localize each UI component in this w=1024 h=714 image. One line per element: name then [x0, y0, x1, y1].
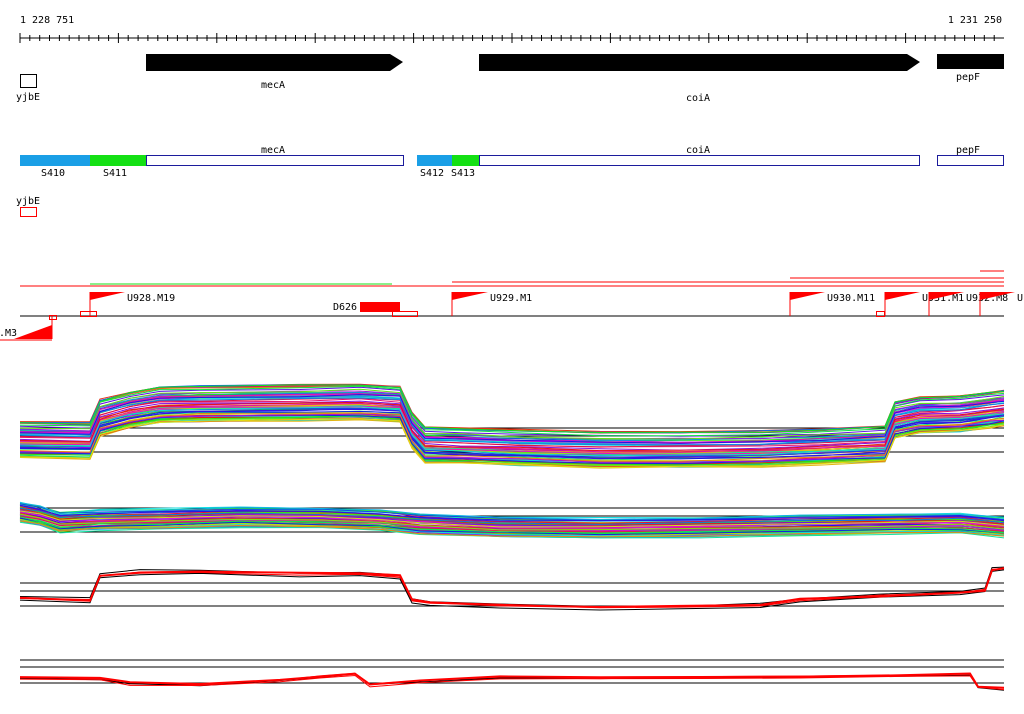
panel-1-traces [19, 383, 1005, 469]
gene-arrow-mecA[interactable] [146, 54, 403, 71]
segment-gene-label-yjbE: yjbE [16, 196, 40, 207]
panel-3-traces [19, 566, 1005, 611]
segment-label-S410: S410 [41, 168, 65, 179]
signal-panel-4 [19, 659, 1005, 691]
feature-flag-U931.M1[interactable] [885, 292, 920, 300]
segment-gene-label-pepF: pepF [956, 145, 980, 156]
feature-label-U: U [1017, 293, 1023, 304]
segment-label-S411: S411 [103, 168, 127, 179]
panel-4-traces [19, 672, 1005, 691]
segment-gene-mecA[interactable] [146, 155, 404, 166]
ruler-end-label: 1 231 250 [948, 15, 1002, 26]
feature-label-D626: D626 [333, 302, 357, 313]
segment-gene-yjbE[interactable] [20, 207, 37, 217]
genome-browser: 1 228 751 1 231 250 yjbE mecA coiA pepF … [0, 15, 1023, 691]
gene-box-yjbE[interactable] [20, 74, 37, 88]
signal-panel-1 [19, 383, 1005, 469]
gene-label-pepF: pepF [956, 72, 980, 83]
gene-label-mecA: mecA [261, 80, 285, 91]
feature-track: U928.M19 D626 U929.M1 U930.M11 U931.M1 U… [0, 270, 1023, 341]
feature-block-D626[interactable] [360, 302, 400, 312]
segment-gene-coiA[interactable] [479, 155, 920, 166]
segment-gene-label-coiA: coiA [686, 145, 710, 156]
gene-track: yjbE mecA coiA pepF [16, 54, 1004, 104]
segment-gene-pepF[interactable] [937, 155, 1004, 166]
feature-flag-U928.M19[interactable] [90, 292, 125, 300]
segment-S411[interactable] [90, 155, 146, 166]
segment-S412[interactable] [417, 155, 452, 166]
segment-label-S413: S413 [451, 168, 475, 179]
ruler: 1 228 751 1 231 250 [19, 15, 1004, 43]
feature-label-U928.M19: U928.M19 [127, 293, 175, 304]
segment-gene-label-mecA: mecA [261, 145, 285, 156]
gene-label-yjbE: yjbE [16, 92, 40, 103]
segment-track: mecA coiA pepF S410 S411 S412 S413 yjbE [16, 145, 1004, 217]
gene-arrow-coiA[interactable] [479, 54, 920, 71]
feature-flag-U929.M1[interactable] [452, 292, 488, 300]
feature-label-U930.M11: U930.M11 [827, 293, 875, 304]
ruler-start-label: 1 228 751 [20, 15, 74, 26]
feature-label-.M3: .M3 [0, 328, 17, 339]
segment-label-S412: S412 [420, 168, 444, 179]
signal-panel-3 [19, 566, 1005, 611]
segment-S413[interactable] [452, 155, 479, 166]
feature-flag-.M3[interactable] [14, 325, 52, 339]
signal-panel-2 [19, 501, 1005, 539]
gene-arrow-pepF[interactable] [937, 54, 1004, 69]
feature-flag-U930.M11[interactable] [790, 292, 825, 300]
segment-S410[interactable] [20, 155, 90, 166]
feature-label-U929.M1: U929.M1 [490, 293, 532, 304]
gene-label-coiA: coiA [686, 93, 710, 104]
